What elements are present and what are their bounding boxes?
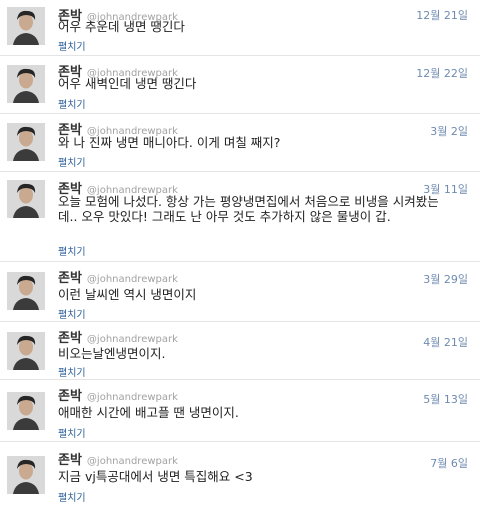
avatar[interactable] (7, 65, 45, 103)
tweet-text: 와 나 진짜 냉면 매니아다. 이게 며칠 째지? (58, 135, 281, 150)
user-name[interactable]: 존박 @johnandrewpark (58, 267, 178, 286)
tweet-text: 어우 새벽인데 냉면 땡긴다 (58, 76, 197, 91)
expand-link[interactable]: 펼치기 (58, 489, 86, 504)
user-handle: @johnandrewpark (86, 334, 178, 345)
avatar[interactable] (7, 7, 45, 45)
avatar[interactable] (7, 123, 45, 161)
user-name[interactable]: 존박 @johnandrewpark (58, 327, 178, 346)
expand-link[interactable]: 펼치기 (58, 425, 86, 440)
avatar[interactable] (7, 332, 45, 370)
expand-link[interactable]: 펼치기 (58, 243, 86, 258)
user-name[interactable]: 존박 @johnandrewpark (58, 449, 178, 468)
profile-photo-icon (7, 392, 45, 430)
profile-photo-icon (7, 456, 45, 494)
expand-link[interactable]: 펼치기 (58, 38, 86, 53)
profile-photo-icon (7, 272, 45, 310)
profile-photo-icon (7, 332, 45, 370)
tweet-date[interactable]: 3월 29일 (423, 271, 468, 287)
profile-photo-icon (7, 180, 45, 218)
tweet-item: 존박 @johnandrewpark 12월 22일 어우 새벽인데 냉면 땡긴다… (0, 56, 480, 114)
profile-photo-icon (7, 65, 45, 103)
user-handle: @johnandrewpark (86, 392, 178, 403)
avatar[interactable] (7, 392, 45, 430)
tweet-text: 비오는날엔냉면이지. (58, 346, 166, 361)
avatar[interactable] (7, 180, 45, 218)
tweet-text: 어우 추운데 냉면 땡긴다 (58, 19, 185, 34)
tweet-text: 애매한 시간에 배고플 땐 냉면이지. (58, 405, 239, 420)
user-handle: @johnandrewpark (86, 456, 178, 467)
expand-link[interactable]: 펼치기 (58, 364, 86, 379)
tweet-item: 존박 @johnandrewpark 3월 11일 오늘 모험에 나섰다. 항상 … (0, 172, 480, 262)
tweet-item: 존박 @johnandrewpark 7월 6일 지금 vj특공대에서 냉면 특집… (0, 442, 480, 514)
tweet-text: 이런 날씨엔 역시 냉면이지 (58, 287, 197, 302)
tweet-item: 존박 @johnandrewpark 5월 13일 애매한 시간에 배고플 땐 냉… (0, 380, 480, 442)
user-name[interactable]: 존박 @johnandrewpark (58, 385, 178, 404)
expand-link[interactable]: 펼치기 (58, 154, 86, 169)
profile-photo-icon (7, 7, 45, 45)
tweet-item: 존박 @johnandrewpark 4월 21일 비오는날엔냉면이지. 펼치기 (0, 322, 480, 380)
profile-photo-icon (7, 123, 45, 161)
tweet-item: 존박 @johnandrewpark 3월 29일 이런 날씨엔 역시 냉면이지 … (0, 262, 480, 322)
expand-link[interactable]: 펼치기 (58, 96, 86, 111)
tweet-item: 존박 @johnandrewpark 3월 2일 와 나 진짜 냉면 매니아다. … (0, 114, 480, 172)
user-handle: @johnandrewpark (86, 274, 178, 285)
tweet-text: 지금 vj특공대에서 냉면 특집해요 <3 (58, 469, 253, 484)
tweet-text: 오늘 모험에 나섰다. 항상 가는 평양냉면집에서 처음으로 비냉을 시켜봤는데… (58, 194, 439, 224)
avatar[interactable] (7, 456, 45, 494)
avatar[interactable] (7, 272, 45, 310)
expand-link[interactable]: 펼치기 (58, 306, 86, 321)
tweet-item: 존박 @johnandrewpark 12월 21일 어우 추운데 냉면 땡긴다 … (0, 0, 480, 56)
